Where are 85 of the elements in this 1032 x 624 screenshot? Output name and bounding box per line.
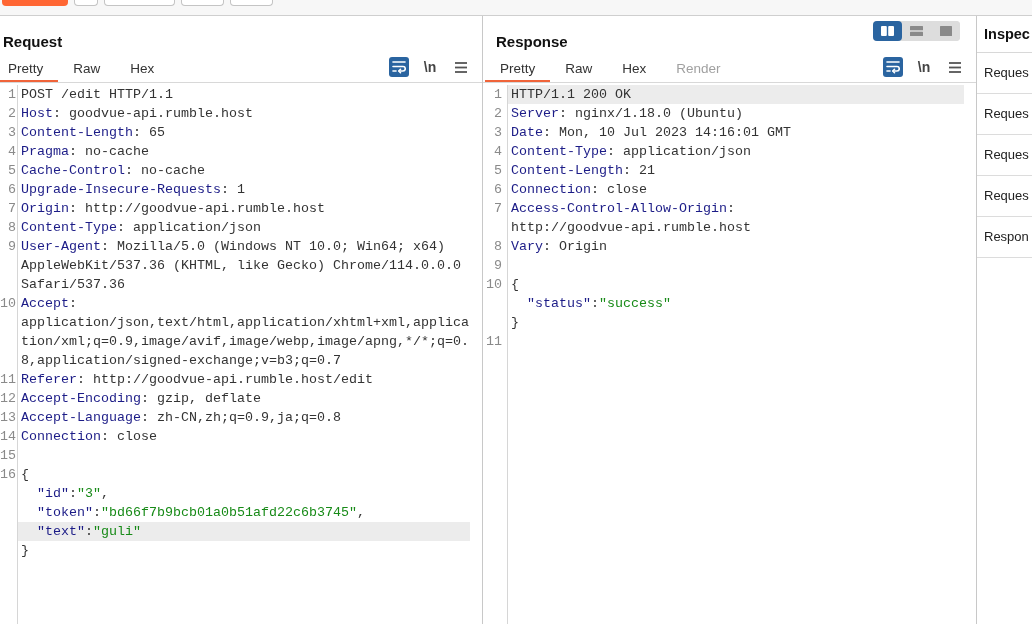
line-number: 8: [8, 220, 16, 235]
code-line: {: [20, 466, 29, 484]
code-line: "token":"bd66f7b9bcb01a0b51afd22c6b3745",: [36, 504, 365, 522]
line-number: 7: [8, 201, 16, 216]
line-number: 5: [494, 163, 502, 178]
code-line: Content-Length: 65: [20, 124, 165, 142]
code-line: Content-Type: application/json: [510, 143, 751, 161]
code-line: Content-Type: application/json: [20, 219, 261, 237]
line-number: 1: [494, 87, 502, 102]
code-line: }: [20, 542, 29, 560]
toolbar-button[interactable]: [74, 0, 98, 6]
line-number: 11: [0, 372, 16, 387]
line-number: 10: [486, 277, 502, 292]
code-line: }: [510, 314, 519, 332]
code-line: Connection: close: [20, 428, 157, 446]
line-number: 10: [0, 296, 16, 311]
code-line: POST /edit HTTP/1.1: [20, 86, 173, 104]
inspector-title: Inspec: [984, 25, 1030, 44]
tab[interactable]: Pretty: [485, 52, 551, 82]
code-line: Accept-Encoding: gzip, deflate: [20, 390, 261, 408]
panel-title: Response: [496, 32, 568, 52]
line-number: 16: [0, 467, 16, 482]
line-number: 9: [8, 239, 16, 254]
line-number: 8: [494, 239, 502, 254]
code-line: Cache-Control: no-cache: [20, 162, 205, 180]
tab[interactable]: Pretty: [0, 52, 59, 82]
code-line: Access-Control-Allow-Origin: http://goodvue-api.rumble.host: [510, 200, 751, 237]
code-line: Accept-Language: zh-CN,zh;q=0.9,ja;q=0.8: [20, 409, 341, 427]
tab[interactable]: Hex: [607, 52, 662, 82]
code-line: Date: Mon, 10 Jul 2023 14:16:01 GMT: [510, 124, 791, 142]
tab[interactable]: Hex: [115, 52, 170, 82]
inspector-section[interactable]: Reques: [977, 53, 1032, 94]
line-number: 5: [8, 163, 16, 178]
code-line: {: [510, 276, 519, 294]
line-number: 7: [494, 201, 502, 216]
code-line: User-Agent: Mozilla/5.0 (Windows NT 10.0; Win64; x64) AppleWebKit/537.36 (KHTML, like Gecko) Chrome/114.0.0.0 Safari/537.36: [20, 238, 462, 294]
line-number: 9: [494, 258, 502, 273]
line-number: 2: [8, 106, 16, 121]
line-number: 2: [494, 106, 502, 121]
code-line: Connection: close: [510, 181, 647, 199]
toolbar-button[interactable]: [181, 0, 224, 6]
wrap-lines-button[interactable]: [389, 57, 409, 77]
toolbar-button[interactable]: [230, 0, 273, 6]
newline-toggle[interactable]: \n: [912, 57, 936, 77]
rows-icon: [910, 26, 923, 36]
line-number: 3: [494, 125, 502, 140]
toolbar-button[interactable]: [104, 0, 175, 6]
inspector-section[interactable]: Reques: [977, 135, 1032, 176]
line-number: 3: [8, 125, 16, 140]
code-line: Content-Length: 21: [510, 162, 655, 180]
code-line: Referer: http://goodvue-api.rumble.host/edit: [20, 371, 373, 389]
code-line: Vary: Origin: [510, 238, 607, 256]
line-number: 6: [8, 182, 16, 197]
line-number: 1: [8, 87, 16, 102]
wrap-lines-icon: [392, 60, 406, 74]
wrap-lines-icon: [886, 60, 900, 74]
menu-icon: [949, 61, 961, 73]
code-line: Host: goodvue-api.rumble.host: [20, 105, 253, 123]
panel-title: Request: [3, 32, 63, 52]
code-line: "status":"success": [526, 295, 671, 313]
menu-icon: [455, 61, 467, 73]
inspector-section[interactable]: Reques: [977, 94, 1032, 135]
code-line: Accept: application/json,text/html,application/xhtml+xml,application/xml;q=0.9,image/avif,image/webp,image/apng,*/*;q=0.8,application/signed-exchange;v=b3;q=0.7: [20, 295, 469, 370]
line-number: 6: [494, 182, 502, 197]
line-number: 14: [0, 429, 16, 444]
tab[interactable]: Raw: [58, 52, 116, 82]
line-number: 4: [8, 144, 16, 159]
line-number: 15: [0, 448, 16, 463]
square-icon: [939, 26, 952, 36]
line-number: 11: [486, 334, 502, 349]
code-line: Origin: http://goodvue-api.rumble.host: [20, 200, 325, 218]
newline-toggle[interactable]: \n: [418, 57, 442, 77]
inspector-section[interactable]: Reques: [977, 176, 1032, 217]
line-number: 4: [494, 144, 502, 159]
tab[interactable]: Raw: [550, 52, 608, 82]
code-line: Upgrade-Insecure-Requests: 1: [20, 181, 245, 199]
line-number: 12: [0, 391, 16, 406]
wrap-lines-button[interactable]: [883, 57, 903, 77]
inspector-section[interactable]: Respon: [977, 217, 1032, 258]
layout-button[interactable]: [873, 21, 902, 41]
code-line: Pragma: no-cache: [20, 143, 149, 161]
code-line: "id":"3",: [36, 485, 109, 503]
columns-icon: [881, 26, 894, 36]
code-line: Server: nginx/1.18.0 (Ubuntu): [510, 105, 743, 123]
line-number: 13: [0, 410, 16, 425]
